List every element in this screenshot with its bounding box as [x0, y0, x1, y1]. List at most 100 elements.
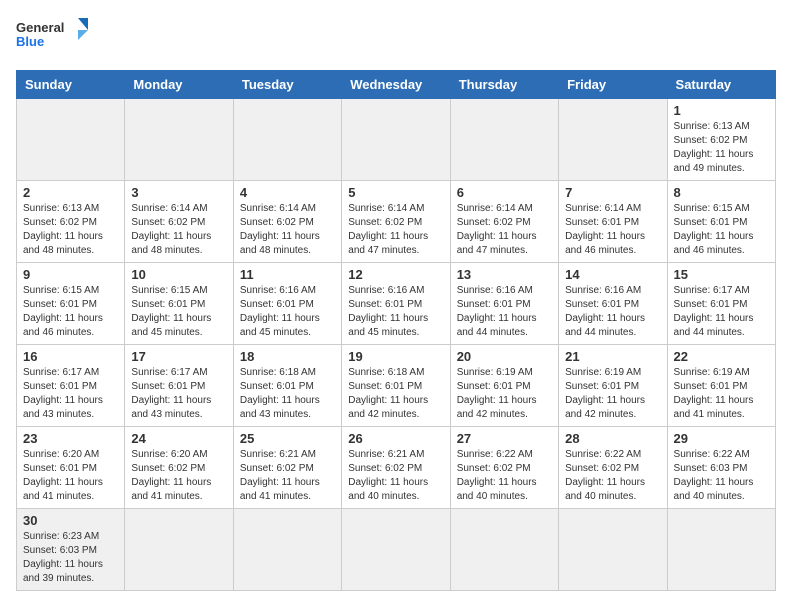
calendar-week-row: 23 Sunrise: 6:20 AM Sunset: 6:01 PM Dayli… [17, 427, 776, 509]
day-number: 2 [23, 185, 118, 200]
weekday-header: Wednesday [342, 71, 450, 99]
calendar-cell: 1 Sunrise: 6:13 AM Sunset: 6:02 PM Daylig… [667, 99, 775, 181]
day-number: 19 [348, 349, 443, 364]
calendar-cell: 17 Sunrise: 6:17 AM Sunset: 6:01 PM Dayli… [125, 345, 233, 427]
day-info: Sunrise: 6:19 AM Sunset: 6:01 PM Dayligh… [565, 366, 660, 422]
calendar-cell: 22 Sunrise: 6:19 AM Sunset: 6:01 PM Dayli… [667, 345, 775, 427]
weekday-header: Friday [559, 71, 667, 99]
day-info: Sunrise: 6:22 AM Sunset: 6:02 PM Dayligh… [565, 448, 660, 504]
calendar-cell: 4Sunrise: 6:14 AM Sunset: 6:02 PM Daylig… [233, 181, 341, 263]
calendar-cell [559, 99, 667, 181]
day-number: 28 [565, 431, 660, 446]
calendar-cell: 2Sunrise: 6:13 AM Sunset: 6:02 PM Daylig… [17, 181, 125, 263]
day-info: Sunrise: 6:16 AM Sunset: 6:01 PM Dayligh… [348, 284, 443, 340]
calendar-cell: 11 Sunrise: 6:16 AM Sunset: 6:01 PM Dayli… [233, 263, 341, 345]
day-info: Sunrise: 6:13 AM Sunset: 6:02 PM Dayligh… [674, 120, 769, 176]
calendar: SundayMondayTuesdayWednesdayThursdayFrid… [16, 70, 776, 591]
calendar-cell: 23 Sunrise: 6:20 AM Sunset: 6:01 PM Dayli… [17, 427, 125, 509]
day-number: 5 [348, 185, 443, 200]
calendar-cell: 5 Sunrise: 6:14 AM Sunset: 6:02 PM Daylig… [342, 181, 450, 263]
day-info: Sunrise: 6:17 AM Sunset: 6:01 PM Dayligh… [131, 366, 226, 422]
day-info: Sunrise: 6:16 AM Sunset: 6:01 PM Dayligh… [565, 284, 660, 340]
calendar-cell: 3 Sunrise: 6:14 AM Sunset: 6:02 PM Daylig… [125, 181, 233, 263]
calendar-cell: 9Sunrise: 6:15 AM Sunset: 6:01 PM Daylig… [17, 263, 125, 345]
calendar-cell: 12 Sunrise: 6:16 AM Sunset: 6:01 PM Dayli… [342, 263, 450, 345]
day-info: Sunrise: 6:18 AM Sunset: 6:01 PM Dayligh… [348, 366, 443, 422]
calendar-cell: 28 Sunrise: 6:22 AM Sunset: 6:02 PM Dayli… [559, 427, 667, 509]
day-number: 23 [23, 431, 118, 446]
calendar-cell: 15 Sunrise: 6:17 AM Sunset: 6:01 PM Dayli… [667, 263, 775, 345]
day-number: 20 [457, 349, 552, 364]
calendar-cell: 21 Sunrise: 6:19 AM Sunset: 6:01 PM Dayli… [559, 345, 667, 427]
day-number: 6 [457, 185, 552, 200]
day-number: 29 [674, 431, 769, 446]
day-number: 17 [131, 349, 226, 364]
day-info: Sunrise: 6:14 AM Sunset: 6:02 PM Dayligh… [240, 202, 335, 258]
calendar-cell [342, 99, 450, 181]
day-number: 18 [240, 349, 335, 364]
calendar-cell: 8Sunrise: 6:15 AM Sunset: 6:01 PM Daylig… [667, 181, 775, 263]
day-info: Sunrise: 6:20 AM Sunset: 6:01 PM Dayligh… [23, 448, 118, 504]
day-number: 14 [565, 267, 660, 282]
calendar-cell: 7 Sunrise: 6:14 AM Sunset: 6:01 PM Daylig… [559, 181, 667, 263]
day-info: Sunrise: 6:15 AM Sunset: 6:01 PM Dayligh… [23, 284, 118, 340]
day-info: Sunrise: 6:21 AM Sunset: 6:02 PM Dayligh… [240, 448, 335, 504]
calendar-cell [125, 509, 233, 591]
day-number: 22 [674, 349, 769, 364]
day-number: 24 [131, 431, 226, 446]
day-info: Sunrise: 6:16 AM Sunset: 6:01 PM Dayligh… [240, 284, 335, 340]
day-info: Sunrise: 6:17 AM Sunset: 6:01 PM Dayligh… [674, 284, 769, 340]
calendar-week-row: 16 Sunrise: 6:17 AM Sunset: 6:01 PM Dayli… [17, 345, 776, 427]
calendar-cell [450, 509, 558, 591]
day-number: 10 [131, 267, 226, 282]
day-number: 7 [565, 185, 660, 200]
calendar-cell: 20 Sunrise: 6:19 AM Sunset: 6:01 PM Dayli… [450, 345, 558, 427]
calendar-cell: 25 Sunrise: 6:21 AM Sunset: 6:02 PM Dayli… [233, 427, 341, 509]
calendar-cell: 10 Sunrise: 6:15 AM Sunset: 6:01 PM Dayli… [125, 263, 233, 345]
day-number: 25 [240, 431, 335, 446]
day-number: 1 [674, 103, 769, 118]
svg-text:General: General [16, 20, 64, 35]
day-number: 3 [131, 185, 226, 200]
calendar-cell [17, 99, 125, 181]
logo: General Blue [16, 16, 96, 60]
day-info: Sunrise: 6:19 AM Sunset: 6:01 PM Dayligh… [457, 366, 552, 422]
calendar-cell [342, 509, 450, 591]
day-info: Sunrise: 6:14 AM Sunset: 6:01 PM Dayligh… [565, 202, 660, 258]
calendar-cell: 18Sunrise: 6:18 AM Sunset: 6:01 PM Dayli… [233, 345, 341, 427]
day-number: 15 [674, 267, 769, 282]
day-number: 11 [240, 267, 335, 282]
day-info: Sunrise: 6:22 AM Sunset: 6:02 PM Dayligh… [457, 448, 552, 504]
day-number: 26 [348, 431, 443, 446]
day-number: 21 [565, 349, 660, 364]
calendar-cell [125, 99, 233, 181]
calendar-cell [667, 509, 775, 591]
day-number: 12 [348, 267, 443, 282]
calendar-cell: 29Sunrise: 6:22 AM Sunset: 6:03 PM Dayli… [667, 427, 775, 509]
day-info: Sunrise: 6:14 AM Sunset: 6:02 PM Dayligh… [131, 202, 226, 258]
day-number: 16 [23, 349, 118, 364]
calendar-cell: 19 Sunrise: 6:18 AM Sunset: 6:01 PM Dayli… [342, 345, 450, 427]
day-info: Sunrise: 6:14 AM Sunset: 6:02 PM Dayligh… [457, 202, 552, 258]
day-info: Sunrise: 6:16 AM Sunset: 6:01 PM Dayligh… [457, 284, 552, 340]
calendar-cell [233, 509, 341, 591]
weekday-header: Monday [125, 71, 233, 99]
calendar-week-row: 9Sunrise: 6:15 AM Sunset: 6:01 PM Daylig… [17, 263, 776, 345]
calendar-cell [450, 99, 558, 181]
calendar-cell: 16 Sunrise: 6:17 AM Sunset: 6:01 PM Dayli… [17, 345, 125, 427]
header: General Blue [16, 16, 776, 60]
day-info: Sunrise: 6:15 AM Sunset: 6:01 PM Dayligh… [131, 284, 226, 340]
day-info: Sunrise: 6:14 AM Sunset: 6:02 PM Dayligh… [348, 202, 443, 258]
weekday-header: Saturday [667, 71, 775, 99]
day-info: Sunrise: 6:21 AM Sunset: 6:02 PM Dayligh… [348, 448, 443, 504]
calendar-cell [559, 509, 667, 591]
day-info: Sunrise: 6:19 AM Sunset: 6:01 PM Dayligh… [674, 366, 769, 422]
day-info: Sunrise: 6:17 AM Sunset: 6:01 PM Dayligh… [23, 366, 118, 422]
day-info: Sunrise: 6:15 AM Sunset: 6:01 PM Dayligh… [674, 202, 769, 258]
weekday-header: Tuesday [233, 71, 341, 99]
calendar-week-row: 1 Sunrise: 6:13 AM Sunset: 6:02 PM Daylig… [17, 99, 776, 181]
calendar-cell: 14 Sunrise: 6:16 AM Sunset: 6:01 PM Dayli… [559, 263, 667, 345]
logo-svg: General Blue [16, 16, 96, 60]
day-number: 30 [23, 513, 118, 528]
calendar-cell: 26 Sunrise: 6:21 AM Sunset: 6:02 PM Dayli… [342, 427, 450, 509]
